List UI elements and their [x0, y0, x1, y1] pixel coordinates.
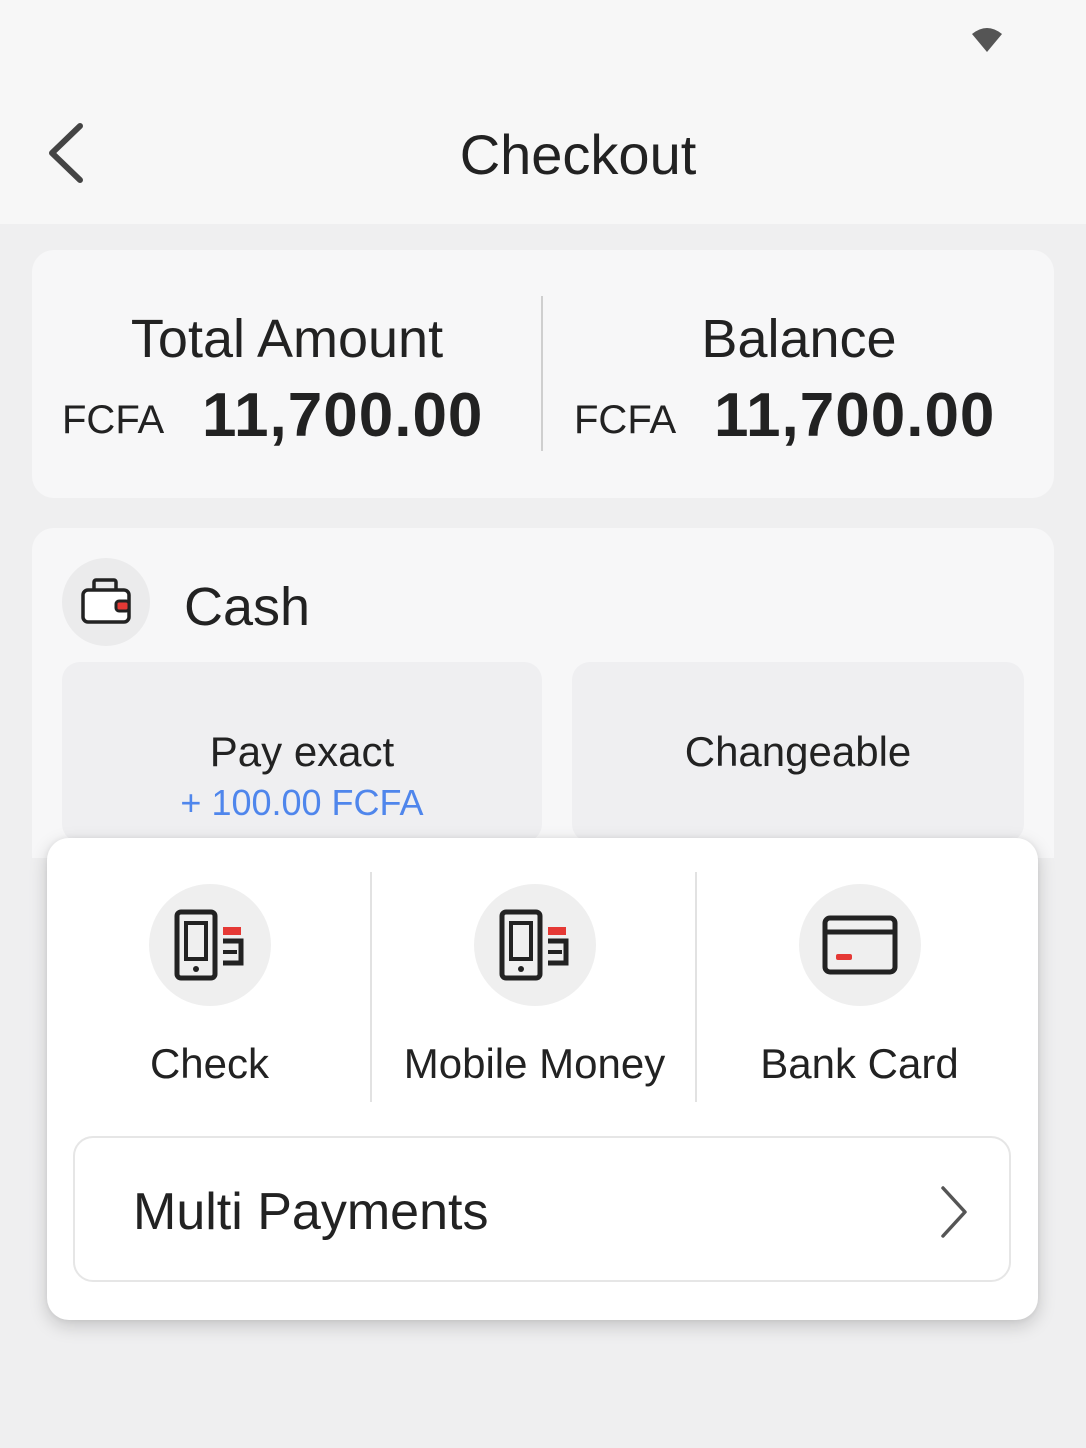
mobile-money-label: Mobile Money	[403, 1040, 666, 1087]
phone-pay-icon	[499, 909, 568, 981]
payment-methods-panel: Check Mobile Money Bank Card Multi Payme…	[47, 838, 1038, 1320]
check-method-button[interactable]: Check	[47, 872, 372, 1102]
bank-card-method-button[interactable]: Bank Card	[697, 872, 1022, 1102]
changeable-label: Changeable	[684, 728, 912, 775]
total-amount-section: Total Amount FCFA 11,700.00	[32, 250, 542, 498]
bank-card-label: Bank Card	[760, 1040, 959, 1087]
header-bar: Checkout	[0, 0, 1086, 224]
totals-divider	[541, 296, 543, 451]
total-amount-label: Total Amount	[130, 309, 444, 369]
balance-label: Balance	[701, 309, 897, 369]
page-title: Checkout	[459, 123, 697, 186]
balance-section: Balance FCFA 11,700.00	[544, 250, 1054, 498]
wallet-icon	[81, 578, 131, 624]
bank-card-icon-circle	[798, 884, 921, 1006]
chevron-right-icon	[941, 1186, 967, 1238]
totals-card: Total Amount FCFA 11,700.00 Balance FCFA…	[32, 250, 1054, 498]
pay-exact-amount: + 100.00 FCFA	[180, 782, 424, 823]
balance-value: 11,700.00	[714, 381, 996, 450]
multi-payments-label: Multi Payments	[133, 1183, 489, 1241]
cash-card: Cash Pay exact + 100.00 FCFA Changeable	[32, 528, 1054, 858]
cash-icon-circle	[62, 558, 150, 646]
pay-exact-label: Pay exact	[209, 728, 395, 775]
check-label: Check	[149, 1040, 270, 1087]
check-icon-circle	[148, 884, 271, 1006]
total-amount-value: 11,700.00	[202, 381, 484, 450]
mobile-money-icon-circle	[473, 884, 596, 1006]
balance-currency: FCFA	[574, 398, 677, 442]
phone-pay-icon	[174, 909, 243, 981]
checkout-screen: Checkout Total Amount FCFA 11,700.00 Bal…	[0, 0, 1086, 1448]
wifi-icon	[972, 28, 1002, 52]
card-icon	[822, 915, 897, 975]
total-currency: FCFA	[62, 398, 165, 442]
changeable-button[interactable]: Changeable	[572, 662, 1024, 842]
cash-title: Cash	[184, 577, 311, 637]
pay-exact-button[interactable]: Pay exact + 100.00 FCFA	[62, 662, 542, 842]
multi-payments-button[interactable]: Multi Payments	[73, 1136, 1011, 1282]
mobile-money-method-button[interactable]: Mobile Money	[372, 872, 697, 1102]
